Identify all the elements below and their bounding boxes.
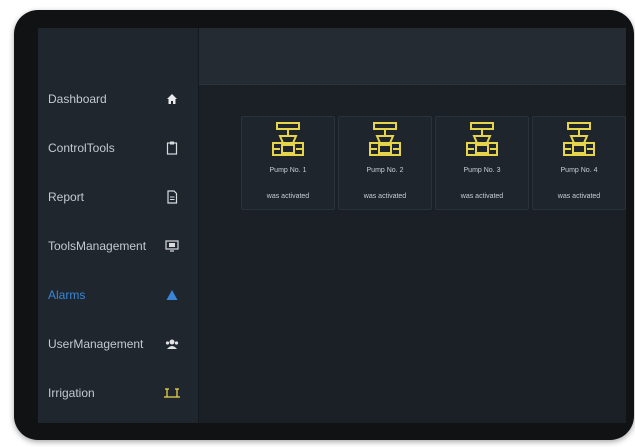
valve-icon xyxy=(466,122,498,156)
monitor-icon xyxy=(164,238,180,254)
pump-name: Pump No. 3 xyxy=(463,167,501,174)
top-bar xyxy=(199,28,626,85)
sprinkler-icon xyxy=(162,385,182,401)
alarm-status: was activated xyxy=(363,193,407,200)
sidebar-item-usermanagement[interactable]: UserManagement xyxy=(38,329,198,359)
alarm-status: was activated xyxy=(266,193,310,200)
report-icon xyxy=(164,189,180,205)
sidebar-item-label: ControlTools xyxy=(48,141,115,155)
sidebar-item-irrigation[interactable]: Irrigation xyxy=(38,378,198,408)
pump-name: Pump No. 1 xyxy=(269,167,307,174)
sidebar-item-label: Alarms xyxy=(48,288,86,302)
sidebar-item-label: Dashboard xyxy=(48,92,107,106)
sidebar-item-alarms[interactable]: Alarms xyxy=(38,280,198,310)
sidebar-item-toolsmanagement[interactable]: ToolsManagement xyxy=(38,231,198,261)
sidebar-item-label: ToolsManagement xyxy=(48,239,147,253)
main-content: Pump No. 1 was activated Pump No. 2 was … xyxy=(199,28,626,423)
tablet-frame: Dashboard ControlTools Report ToolsManag… xyxy=(14,10,634,440)
alarm-status: was activated xyxy=(460,193,504,200)
alarm-card-pump-4[interactable]: Pump No. 4 was activated xyxy=(532,116,626,210)
alarm-card-pump-1[interactable]: Pump No. 1 was activated xyxy=(241,116,335,210)
sidebar-item-label: UserManagement xyxy=(48,337,144,351)
alarm-card-pump-3[interactable]: Pump No. 3 was activated xyxy=(435,116,529,210)
pump-name: Pump No. 2 xyxy=(366,167,404,174)
sidebar-item-label: Irrigation xyxy=(48,386,95,400)
valve-icon xyxy=(369,122,401,156)
alarm-status: was activated xyxy=(557,193,601,200)
user-group-icon xyxy=(164,336,180,352)
valve-icon xyxy=(563,122,595,156)
clipboard-icon xyxy=(164,140,180,156)
sidebar-item-controltools[interactable]: ControlTools xyxy=(38,133,198,163)
sidebar-item-label: Report xyxy=(48,190,85,204)
sidebar-item-dashboard[interactable]: Dashboard xyxy=(38,84,198,114)
warning-triangle-icon xyxy=(164,287,180,303)
alarm-card-pump-2[interactable]: Pump No. 2 was activated xyxy=(338,116,432,210)
home-icon xyxy=(164,91,180,107)
valve-icon xyxy=(272,122,304,156)
sidebar-item-report[interactable]: Report xyxy=(38,182,198,212)
pump-name: Pump No. 4 xyxy=(560,167,598,174)
sidebar: Dashboard ControlTools Report ToolsManag… xyxy=(38,28,199,423)
app-screen: Dashboard ControlTools Report ToolsManag… xyxy=(38,28,626,423)
